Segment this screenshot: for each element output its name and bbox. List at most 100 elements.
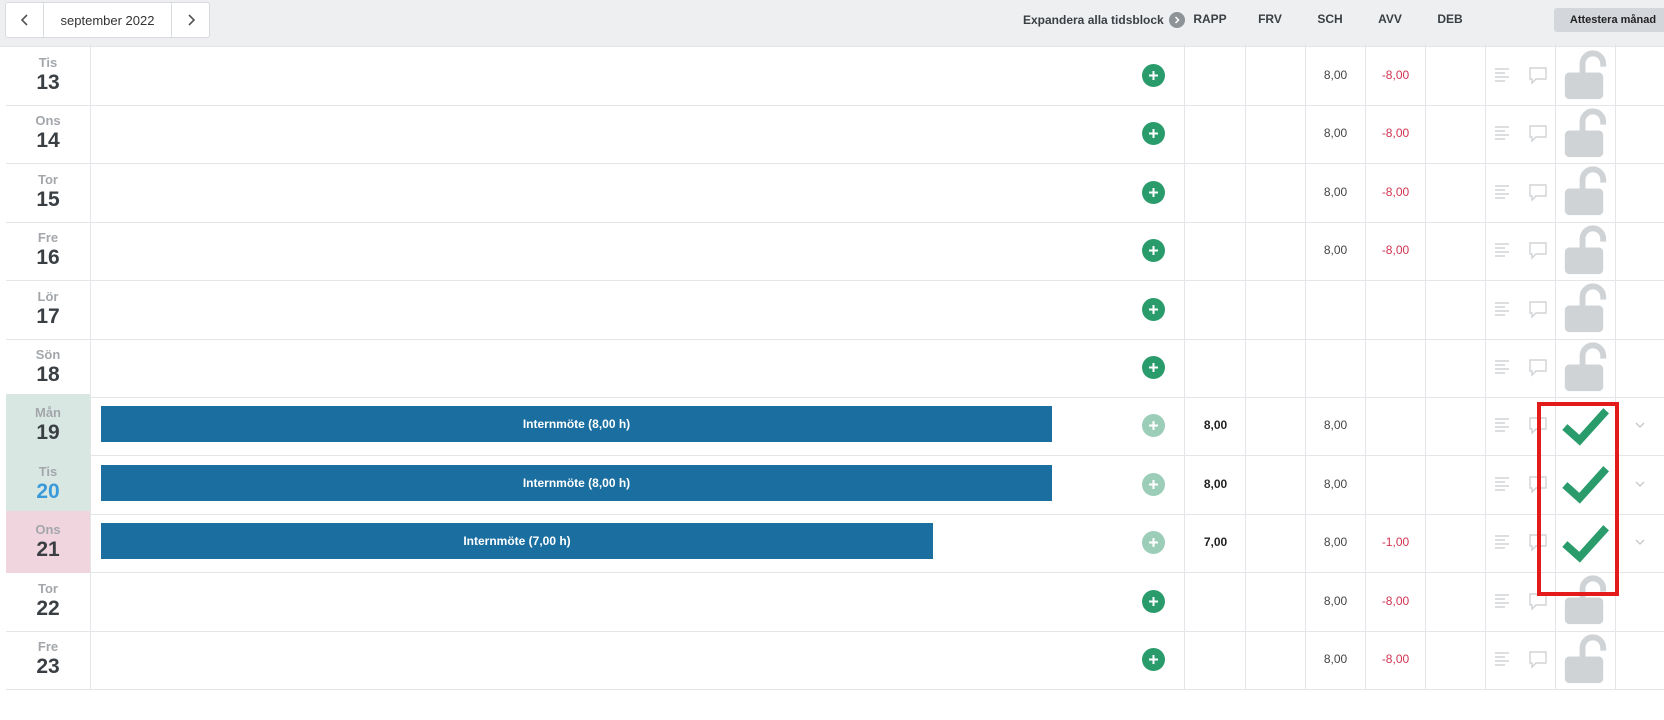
add-time-block-button[interactable]: [1142, 531, 1165, 555]
notes-icon[interactable]: [1492, 648, 1514, 670]
frv-value: [1246, 219, 1306, 282]
timeline-cell[interactable]: [92, 336, 1185, 398]
status-cell[interactable]: [1556, 102, 1616, 165]
prev-month-button[interactable]: [6, 3, 43, 37]
day-cell: Ons 21: [6, 511, 91, 574]
comment-icon[interactable]: [1527, 181, 1549, 203]
notes-icon[interactable]: [1492, 298, 1514, 320]
status-cell[interactable]: [1556, 569, 1616, 632]
timeline-cell[interactable]: [92, 102, 1185, 165]
comment-icon[interactable]: [1527, 356, 1549, 378]
status-cell[interactable]: [1556, 160, 1616, 223]
row-actions: [1486, 160, 1556, 223]
comment-icon[interactable]: [1527, 298, 1549, 320]
add-time-block-button[interactable]: [1142, 122, 1165, 146]
notes-icon[interactable]: [1492, 181, 1514, 203]
timeline-cell[interactable]: [92, 628, 1185, 690]
expand-row-cell[interactable]: [1616, 102, 1664, 164]
expand-all-label: Expandera alla tidsblock: [1023, 13, 1164, 27]
frv-value: [1246, 336, 1306, 398]
expand-row-cell[interactable]: [1616, 219, 1664, 281]
expand-row-cell[interactable]: [1616, 278, 1664, 340]
expand-row-cell[interactable]: [1616, 628, 1664, 690]
day-name: Lör: [37, 288, 59, 304]
status-cell[interactable]: [1556, 628, 1616, 690]
timeline-cell[interactable]: [92, 569, 1185, 632]
next-month-button[interactable]: [172, 3, 209, 37]
expand-row-cell[interactable]: [1616, 453, 1664, 515]
sch-value: [1306, 336, 1366, 398]
rapp-value: [1186, 277, 1246, 340]
notes-icon[interactable]: [1492, 473, 1514, 495]
add-time-block-button[interactable]: [1142, 180, 1165, 204]
avv-value: -8,00: [1366, 628, 1426, 690]
expand-row-cell[interactable]: [1616, 161, 1664, 223]
avv-value: -8,00: [1366, 102, 1426, 165]
expand-all-button[interactable]: Expandera alla tidsblock: [1023, 10, 1185, 30]
sch-value: 8,00: [1306, 160, 1366, 223]
status-cell[interactable]: [1556, 511, 1616, 574]
day-number: 16: [36, 246, 60, 270]
column-header-rapp: RAPP: [1193, 12, 1227, 26]
timeline-cell[interactable]: [92, 44, 1185, 106]
comment-icon[interactable]: [1527, 239, 1549, 261]
notes-icon[interactable]: [1492, 239, 1514, 261]
comment-icon[interactable]: [1527, 648, 1549, 670]
comment-icon[interactable]: [1527, 473, 1549, 495]
timeline-cell[interactable]: Internmöte (8,00 h): [92, 394, 1185, 457]
notes-icon[interactable]: [1492, 590, 1514, 612]
plus-icon: [1149, 655, 1158, 664]
comment-icon[interactable]: [1527, 122, 1549, 144]
status-cell[interactable]: [1556, 277, 1616, 340]
row-actions: [1486, 44, 1556, 106]
add-time-block-button[interactable]: [1142, 589, 1165, 613]
timeline-cell[interactable]: Internmöte (7,00 h): [92, 511, 1185, 574]
day-number: 13: [36, 71, 60, 94]
row-actions: [1486, 628, 1556, 690]
timeline-cell[interactable]: Internmöte (8,00 h): [92, 452, 1185, 515]
day-row: Ons 21 Internmöte (7,00 h) 7,00 8,00 -1,…: [6, 511, 1664, 574]
row-actions: [1486, 452, 1556, 515]
time-block[interactable]: Internmöte (8,00 h): [101, 406, 1052, 443]
plus-icon: [1149, 421, 1158, 431]
comment-icon[interactable]: [1527, 64, 1549, 86]
day-number: 22: [36, 596, 60, 620]
notes-icon[interactable]: [1492, 414, 1514, 436]
comment-icon[interactable]: [1527, 414, 1549, 436]
add-time-block-button[interactable]: [1142, 356, 1165, 379]
add-time-block-button[interactable]: [1142, 414, 1165, 438]
status-cell[interactable]: [1556, 219, 1616, 282]
status-cell[interactable]: [1556, 44, 1616, 106]
timeline-cell[interactable]: [92, 160, 1185, 223]
day-cell: Lör 17: [6, 277, 91, 340]
status-cell[interactable]: [1556, 336, 1616, 398]
expand-row-cell[interactable]: [1616, 394, 1664, 456]
expand-row-cell[interactable]: [1616, 511, 1664, 573]
status-cell[interactable]: [1556, 452, 1616, 515]
add-time-block-button[interactable]: [1142, 648, 1165, 671]
expand-row-cell[interactable]: [1616, 44, 1664, 106]
rapp-value: [1186, 628, 1246, 690]
attest-month-button[interactable]: Attestera månad: [1554, 8, 1664, 32]
timeline-cell[interactable]: [92, 219, 1185, 282]
sch-value: 8,00: [1306, 219, 1366, 282]
rapp-value: [1186, 336, 1246, 398]
add-time-block-button[interactable]: [1142, 472, 1165, 496]
expand-row-cell[interactable]: [1616, 336, 1664, 398]
status-cell[interactable]: [1556, 394, 1616, 457]
add-time-block-button[interactable]: [1142, 64, 1165, 87]
frv-value: [1246, 102, 1306, 165]
notes-icon[interactable]: [1492, 356, 1514, 378]
expand-row-cell[interactable]: [1616, 570, 1664, 632]
notes-icon[interactable]: [1492, 64, 1514, 86]
row-actions: [1486, 394, 1556, 457]
time-block[interactable]: Internmöte (8,00 h): [101, 464, 1052, 501]
timeline-cell[interactable]: [92, 277, 1185, 340]
comment-icon[interactable]: [1527, 590, 1549, 612]
time-block[interactable]: Internmöte (7,00 h): [101, 523, 933, 560]
add-time-block-button[interactable]: [1142, 239, 1165, 263]
notes-icon[interactable]: [1492, 122, 1514, 144]
add-time-block-button[interactable]: [1142, 297, 1165, 321]
notes-icon[interactable]: [1492, 531, 1514, 553]
comment-icon[interactable]: [1527, 531, 1549, 553]
